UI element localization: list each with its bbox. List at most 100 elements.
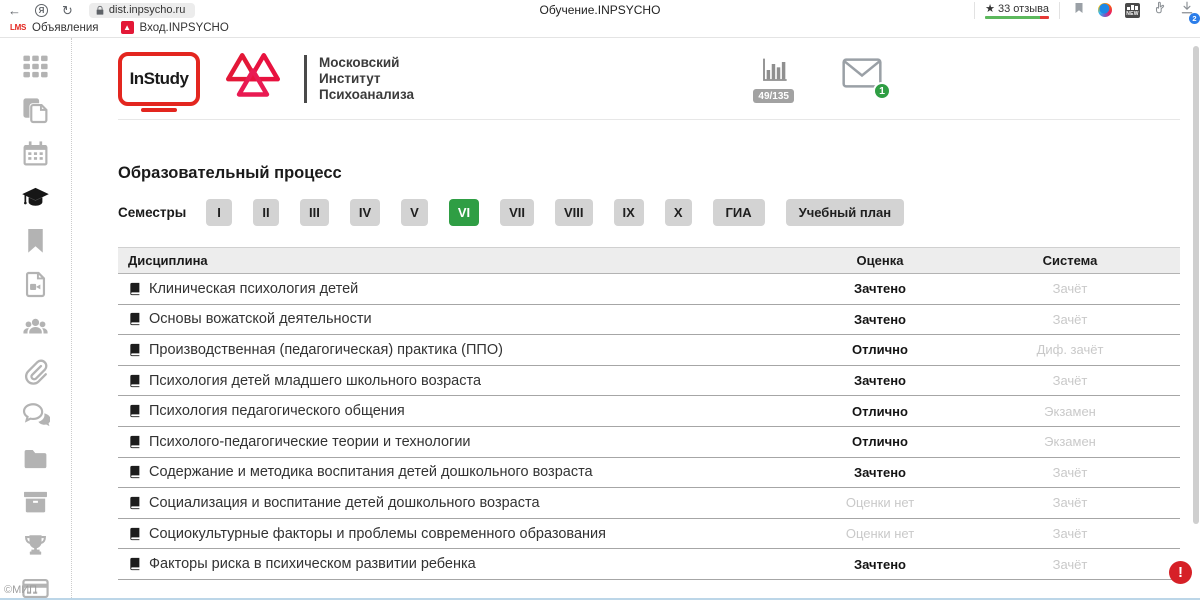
- book-icon: [128, 312, 142, 326]
- sidebar-item-video-file[interactable]: [19, 272, 53, 302]
- semester-switcher: Семестры IIIIIIIVVVIVIIVIIIIXXГИАУчебный…: [118, 199, 1180, 226]
- bookmark-label: Вход.INPSYCHO: [140, 22, 229, 34]
- users-icon: [21, 313, 50, 347]
- bookmark-item[interactable]: LMSОбъявления: [10, 22, 99, 34]
- scrollbar-thumb[interactable]: [1193, 46, 1199, 524]
- grades-table-body: Клиническая психология детейЗачтеноЗачёт…: [118, 274, 1180, 580]
- sidebar-item-files[interactable]: [19, 98, 53, 128]
- discipline-name[interactable]: Факторы риска в психическом развитии реб…: [149, 556, 476, 572]
- discipline-name[interactable]: Основы вожатской деятельности: [149, 311, 372, 327]
- semester-tab-v[interactable]: V: [401, 199, 428, 226]
- book-icon: [128, 496, 142, 510]
- table-row[interactable]: Основы вожатской деятельности ЗачтеноЗачё…: [118, 305, 1180, 336]
- table-row[interactable]: Производственная (педагогическая) практи…: [118, 335, 1180, 366]
- main-content: InStudy Московский Институт Психоанализа: [72, 38, 1200, 598]
- sidebar-item-graduation-cap[interactable]: [19, 185, 53, 215]
- bookmark-icon: [21, 226, 50, 260]
- reviews-rating-bar: [985, 16, 1049, 19]
- sidebar-item-bookmark[interactable]: [19, 228, 53, 258]
- mip-logo-icon[interactable]: [226, 49, 280, 108]
- new-extension-icon[interactable]: NEW: [1125, 3, 1140, 18]
- grades-table: Дисциплина Оценка Система Клиническая пс…: [118, 247, 1180, 580]
- semester-tab-vi[interactable]: VI: [449, 199, 479, 226]
- grade-value: Оценки нет: [800, 526, 960, 541]
- semester-tab-учебный-план[interactable]: Учебный план: [786, 199, 904, 226]
- system-value: Зачёт: [960, 373, 1180, 388]
- grade-value: Зачтено: [800, 281, 960, 296]
- semester-tab-iv[interactable]: IV: [350, 199, 380, 226]
- discipline-name[interactable]: Социокультурные факторы и проблемы совре…: [149, 526, 606, 542]
- semester-tab-гиа[interactable]: ГИА: [713, 199, 765, 226]
- col-grade: Оценка: [800, 253, 960, 268]
- toolbar-right: ★ 33 отзыва NEW 2: [974, 0, 1194, 20]
- discipline-name[interactable]: Психология детей младшего школьного возр…: [149, 373, 481, 389]
- semester-tab-ii[interactable]: II: [253, 199, 279, 226]
- url-text: dist.inpsycho.ru: [109, 4, 185, 16]
- book-icon: [128, 527, 142, 541]
- semester-tab-viii[interactable]: VIII: [555, 199, 593, 226]
- browser-extension-icon[interactable]: [1098, 3, 1112, 17]
- progress-badge: 49/135: [753, 89, 794, 103]
- semester-tab-i[interactable]: I: [206, 199, 232, 226]
- sidebar-item-calendar[interactable]: [19, 141, 53, 171]
- address-bar[interactable]: dist.inpsycho.ru: [89, 3, 195, 18]
- system-value: Экзамен: [960, 404, 1180, 419]
- book-icon: [128, 435, 142, 449]
- grade-value: Отлично: [800, 404, 960, 419]
- trophy-icon: [21, 531, 50, 565]
- semester-tab-vii[interactable]: VII: [500, 199, 534, 226]
- bookmark-item[interactable]: ▲ Вход.INPSYCHO: [121, 21, 229, 34]
- table-row[interactable]: Социализация и воспитание детей дошкольн…: [118, 488, 1180, 519]
- discipline-name[interactable]: Содержание и методика воспитания детей д…: [149, 464, 593, 480]
- instudy-logo[interactable]: InStudy: [118, 52, 200, 106]
- mail-button[interactable]: 1: [842, 58, 882, 93]
- sidebar-item-folder[interactable]: [19, 446, 53, 476]
- sidebar-item-paperclip[interactable]: [19, 359, 53, 389]
- book-icon: [128, 282, 142, 296]
- semester-tab-ix[interactable]: IX: [614, 199, 644, 226]
- table-row[interactable]: Психология детей младшего школьного возр…: [118, 366, 1180, 397]
- system-value: Зачёт: [960, 312, 1180, 327]
- progress-stats-button[interactable]: 49/135: [753, 54, 794, 103]
- page-title: Образовательный процесс: [118, 164, 1180, 183]
- reviews-count: 33 отзыва: [998, 3, 1049, 15]
- yandex-icon[interactable]: Я: [35, 4, 48, 17]
- sidebar-item-users[interactable]: [19, 315, 53, 345]
- sidebar-item-grid[interactable]: [19, 54, 53, 84]
- downloads-button[interactable]: 2: [1180, 0, 1194, 20]
- hand-extension-icon[interactable]: [1153, 0, 1167, 20]
- discipline-name[interactable]: Социализация и воспитание детей дошкольн…: [149, 495, 540, 511]
- folder-icon: [21, 444, 50, 478]
- site-header: InStudy Московский Институт Психоанализа: [118, 38, 1180, 120]
- table-row[interactable]: Социокультурные факторы и проблемы совре…: [118, 519, 1180, 550]
- system-value: Зачёт: [960, 465, 1180, 480]
- sidebar-item-archive[interactable]: [19, 489, 53, 519]
- table-row[interactable]: Психолого-педагогические теории и технол…: [118, 427, 1180, 458]
- downloads-badge: 2: [1189, 13, 1200, 24]
- lock-icon: [95, 5, 105, 16]
- discipline-name[interactable]: Клиническая психология детей: [149, 281, 358, 297]
- refresh-icon[interactable]: ↻: [62, 4, 73, 17]
- discipline-name[interactable]: Производственная (педагогическая) практи…: [149, 342, 503, 358]
- semester-tab-iii[interactable]: III: [300, 199, 329, 226]
- discipline-name[interactable]: Психология педагогического общения: [149, 403, 405, 419]
- table-row[interactable]: Факторы риска в психическом развитии реб…: [118, 549, 1180, 580]
- sidebar-item-chat[interactable]: [19, 402, 53, 432]
- lms-favicon-icon: LMS: [10, 23, 26, 32]
- discipline-name[interactable]: Психолого-педагогические теории и технол…: [149, 434, 471, 450]
- table-row[interactable]: Содержание и методика воспитания детей д…: [118, 458, 1180, 489]
- system-value: Зачёт: [960, 557, 1180, 572]
- grade-value: Зачтено: [800, 312, 960, 327]
- table-row[interactable]: Психология педагогического общения Отличн…: [118, 396, 1180, 427]
- table-row[interactable]: Клиническая психология детейЗачтеноЗачёт: [118, 274, 1180, 305]
- semester-tab-x[interactable]: X: [665, 199, 692, 226]
- bookmark-flag-icon[interactable]: [1073, 1, 1085, 20]
- reviews-widget[interactable]: ★ 33 отзыва: [974, 2, 1060, 19]
- sidebar-item-trophy[interactable]: [19, 533, 53, 563]
- logo-divider: [304, 55, 307, 103]
- mip-favicon-icon: ▲: [121, 21, 134, 34]
- back-icon[interactable]: ←: [8, 4, 21, 17]
- chat-icon: [21, 400, 50, 434]
- alert-icon[interactable]: !: [1169, 561, 1192, 584]
- mail-count-badge: 1: [873, 82, 891, 100]
